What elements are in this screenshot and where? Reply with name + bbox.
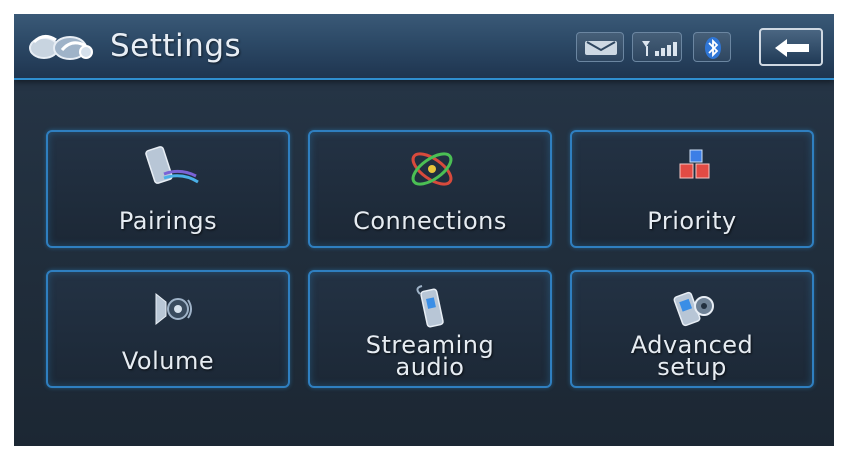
pairings-label: Pairings [118, 207, 218, 235]
advanced-setup-button[interactable]: Advanced setup [570, 270, 814, 388]
connections-button[interactable]: Connections [308, 130, 552, 248]
pairings-button[interactable]: Pairings [46, 130, 290, 248]
volume-button[interactable]: Volume [46, 270, 290, 388]
sms-icon [576, 32, 624, 62]
bluetooth-logo-icon [29, 35, 93, 60]
advanced-setup-icon [673, 291, 714, 327]
back-button[interactable] [759, 28, 823, 66]
streaming-audio-icon [416, 285, 444, 328]
priority-blocks-icon [679, 149, 710, 179]
priority-label: Priority [647, 207, 737, 235]
connections-label: Connections [353, 207, 507, 235]
back-arrow-icon [775, 39, 809, 57]
bluetooth-icon [693, 32, 731, 62]
connections-icon [411, 152, 453, 186]
page-title: Settings [110, 28, 242, 64]
streaming-audio-button[interactable]: Streaming audio [308, 270, 552, 388]
advanced-setup-label-line2: setup [657, 353, 727, 381]
streaming-audio-label-line2: audio [395, 353, 465, 381]
volume-label: Volume [121, 347, 215, 375]
priority-button[interactable]: Priority [570, 130, 814, 248]
phone-icon [145, 146, 199, 184]
speaker-icon [155, 292, 192, 326]
title-bar: Settings [14, 14, 834, 80]
settings-screen: Settings Pairings Connections Priority V… [14, 14, 834, 446]
signal-strength-icon [632, 32, 682, 62]
